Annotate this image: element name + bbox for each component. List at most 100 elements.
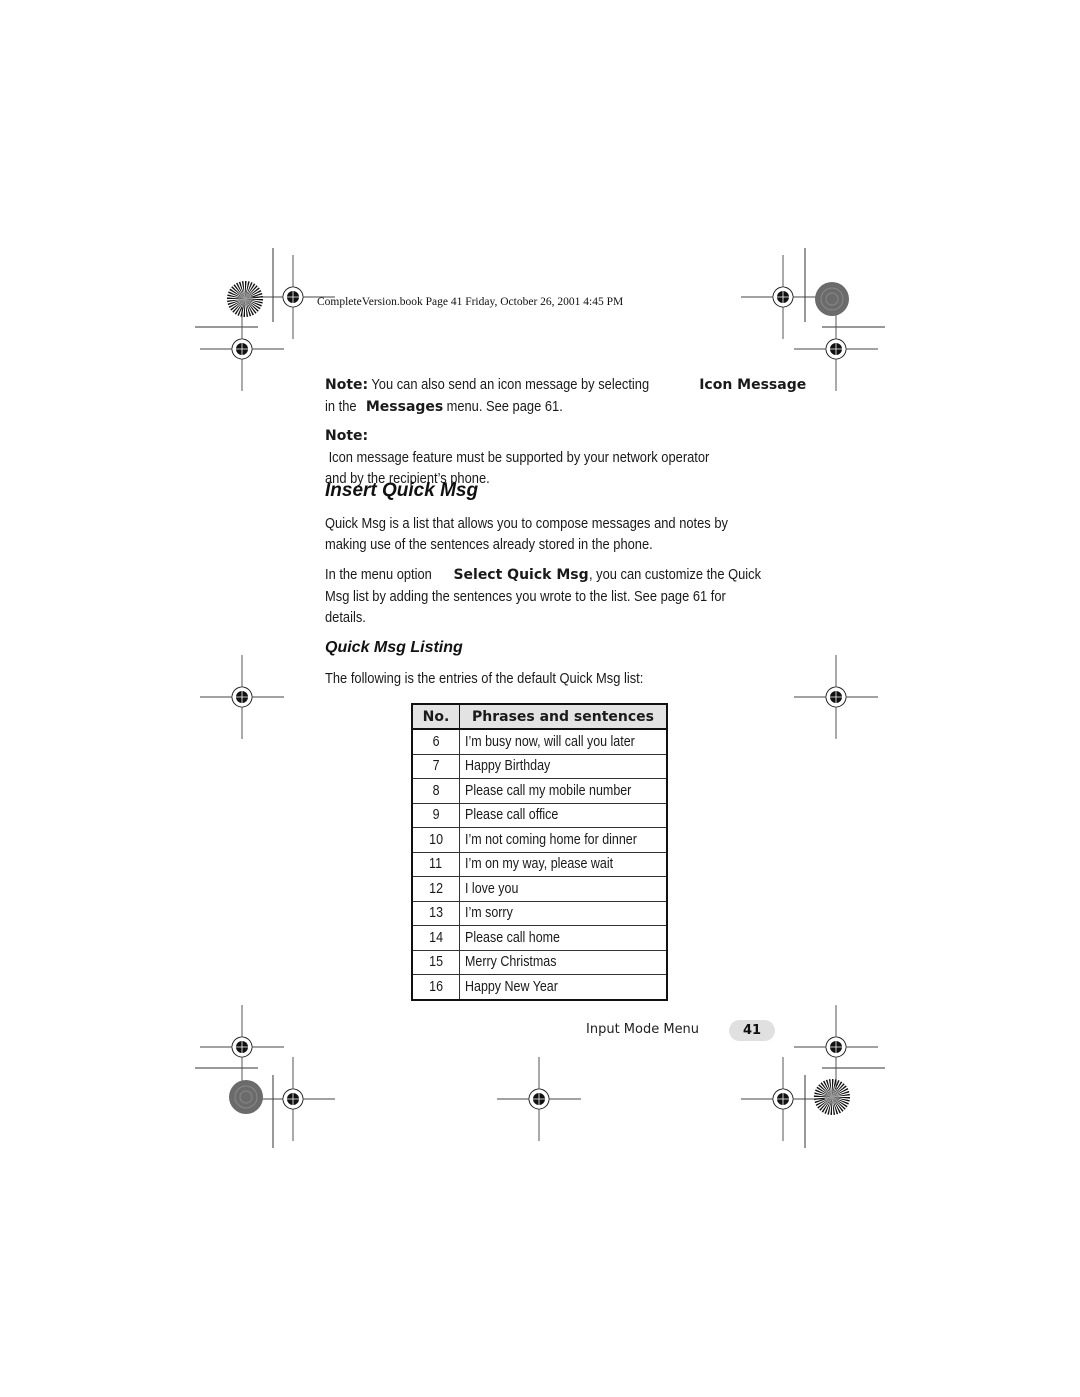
- row-number-text: 14: [429, 929, 443, 946]
- note-text: in the: [325, 398, 361, 415]
- table-row: 11 I’m on my way, please wait: [411, 851, 668, 877]
- row-number-text: 9: [432, 807, 440, 824]
- section-paragraph-1: Quick Msg is a list that allows you to c…: [325, 513, 805, 555]
- star-target-icon: [814, 1079, 850, 1115]
- table-row: 9 Please call office: [411, 802, 668, 828]
- row-number-text: 13: [429, 905, 443, 922]
- note-label: Note:: [325, 428, 369, 444]
- row-number: 7: [411, 753, 460, 779]
- subsection-title: Quick Msg Listing: [325, 639, 463, 656]
- row-number: 13: [411, 900, 460, 926]
- registration-mark-icon: [741, 1057, 825, 1141]
- registration-mark-icon: [794, 655, 878, 739]
- intro-text: The following is the entries of the defa…: [325, 670, 644, 687]
- row-phrase: Please call office: [459, 802, 668, 828]
- row-phrase: Happy Birthday: [459, 753, 668, 779]
- row-phrase: I’m busy now, will call you later: [459, 728, 668, 755]
- menu-option-bold: Select Quick Msg: [453, 567, 589, 583]
- row-number: 8: [411, 778, 460, 804]
- registration-mark-icon: [741, 255, 825, 339]
- row-number: 15: [411, 949, 460, 975]
- paragraph-line: details.: [325, 609, 366, 626]
- row-number: 14: [411, 925, 460, 951]
- row-number-text: 6: [432, 733, 440, 750]
- row-number: 16: [411, 974, 460, 1000]
- row-phrase-text: Please call home: [465, 929, 560, 946]
- note-text: menu. See page 61.: [443, 398, 564, 415]
- row-phrase-text: I’m sorry: [465, 905, 513, 922]
- note-label: Note:: [325, 377, 369, 393]
- row-number: 6: [411, 728, 460, 755]
- registration-mark-icon: [497, 1057, 581, 1141]
- registration-mark-icon: [794, 1005, 878, 1089]
- quick-msg-table: No. Phrases and sentences 6 I’m busy now,…: [411, 703, 668, 1001]
- row-number-text: 11: [429, 856, 443, 873]
- row-phrase: I’m on my way, please wait: [459, 851, 668, 877]
- column-header-no: No.: [411, 703, 460, 730]
- gray-target-icon: [815, 282, 849, 316]
- print-header: CompleteVersion.book Page 41 Friday, Oct…: [317, 296, 624, 308]
- paragraph-line: making use of the sentences already stor…: [325, 536, 653, 553]
- row-phrase-text: I’m on my way, please wait: [465, 856, 614, 873]
- star-spoke: [832, 1079, 834, 1097]
- subsection-intro: The following is the entries of the defa…: [325, 668, 805, 689]
- registration-mark-icon: [200, 1005, 284, 1089]
- row-phrase: Please call home: [459, 925, 668, 951]
- row-phrase: I’m not coming home for dinner: [459, 827, 668, 853]
- page-number-badge: 41: [729, 1020, 775, 1041]
- table-row: 13 I’m sorry: [411, 900, 668, 926]
- row-phrase-text: I love you: [465, 880, 519, 897]
- row-number-text: 15: [429, 954, 443, 971]
- row-number-text: 10: [429, 831, 443, 848]
- star-spoke: [814, 1095, 832, 1097]
- table-row: 7 Happy Birthday: [411, 753, 668, 779]
- registration-mark-icon: [200, 307, 284, 391]
- row-phrase: I’m sorry: [459, 900, 668, 926]
- registration-mark-icon: [794, 307, 878, 391]
- row-phrase-text: I’m not coming home for dinner: [465, 831, 637, 848]
- row-phrase-text: Please call office: [465, 807, 559, 824]
- table-header-row: No. Phrases and sentences: [411, 703, 668, 730]
- section-title: Insert Quick Msg: [325, 480, 479, 501]
- note-text: You can also send an icon message by sel…: [368, 376, 653, 393]
- table-row: 10 I’m not coming home for dinner: [411, 827, 668, 853]
- star-spoke: [830, 1097, 832, 1115]
- note-1: Note: You can also send an icon message …: [325, 374, 807, 418]
- table-row: 14 Please call home: [411, 925, 668, 951]
- row-phrase: Merry Christmas: [459, 949, 668, 975]
- row-phrase-text: Happy New Year: [465, 978, 558, 995]
- row-phrase-text: Please call my mobile number: [465, 782, 632, 799]
- footer-section-label: Input Mode Menu: [586, 1022, 700, 1037]
- row-number: 9: [411, 802, 460, 828]
- row-number: 11: [411, 851, 460, 877]
- star-spoke: [245, 299, 263, 301]
- row-number-text: 7: [432, 758, 440, 775]
- row-phrase-text: I’m busy now, will call you later: [465, 733, 635, 750]
- row-number-text: 12: [429, 880, 443, 897]
- row-phrase: Happy New Year: [459, 974, 668, 1000]
- note-text: Icon message feature must be supported b…: [325, 449, 710, 466]
- note-bold: Icon Message: [699, 377, 807, 393]
- row-phrase-text: Happy Birthday: [465, 758, 551, 775]
- registration-mark-icon: [251, 1057, 335, 1141]
- note-bold: Messages: [365, 399, 444, 415]
- column-header-phrases: Phrases and sentences: [459, 703, 668, 730]
- row-number: 12: [411, 876, 460, 902]
- row-phrase: Please call my mobile number: [459, 778, 668, 804]
- table-row: 16 Happy New Year: [411, 974, 668, 1000]
- row-phrase-text: Merry Christmas: [465, 954, 557, 971]
- paragraph-line: Msg list by adding the sentences you wro…: [325, 588, 726, 605]
- paragraph-text: , you can customize the Quick: [588, 566, 761, 583]
- paragraph-line: Quick Msg is a list that allows you to c…: [325, 515, 728, 532]
- table-row: 12 I love you: [411, 876, 668, 902]
- registration-mark-icon: [200, 655, 284, 739]
- star-target-icon: [227, 281, 263, 317]
- star-spoke: [832, 1097, 850, 1099]
- row-number-text: 8: [432, 782, 440, 799]
- row-number: 10: [411, 827, 460, 853]
- row-number-text: 16: [429, 978, 443, 995]
- gray-target-icon: [229, 1080, 263, 1114]
- section-paragraph-2: In the menu option Select Quick Msg, you…: [325, 564, 805, 628]
- paragraph-text: In the menu option: [325, 566, 436, 583]
- table-row: 6 I’m busy now, will call you later: [411, 728, 668, 755]
